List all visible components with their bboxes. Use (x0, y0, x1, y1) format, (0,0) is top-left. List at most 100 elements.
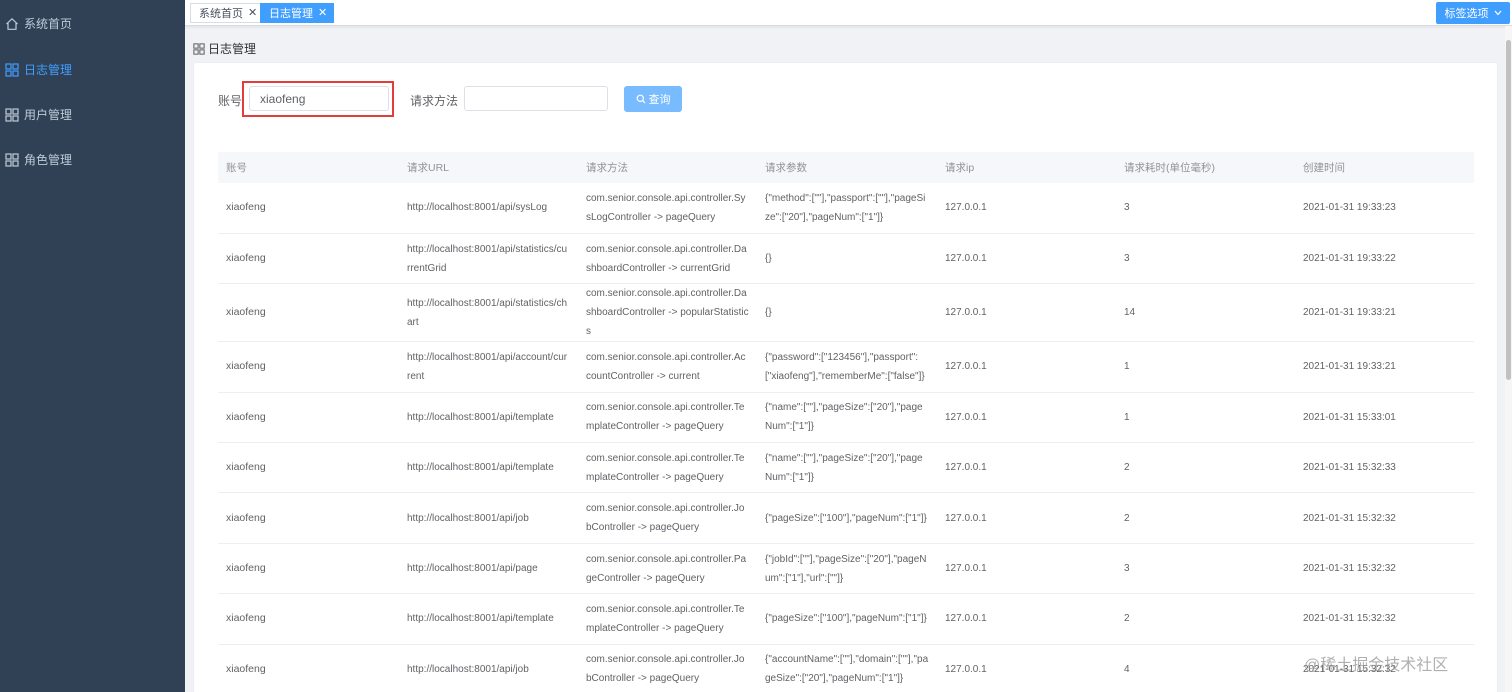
table-row[interactable]: xiaofeng http://localhost:8001/api/page co… (218, 543, 1474, 595)
table-cell: 1 (1116, 341, 1295, 393)
search-button-label: 查询 (648, 94, 671, 106)
table-cell: 2 (1116, 593, 1295, 645)
table-cell: {"jobId":[""],"pageSize":["20"],"pageNum… (757, 543, 937, 595)
column-header-method: 请求方法 (578, 152, 757, 183)
tab-label: 系统首页 (199, 8, 243, 20)
table-cell: xiaofeng (218, 392, 399, 444)
table-cell: http://localhost:8001/api/page (399, 543, 578, 595)
table-cell: {"accountName":[""],"domain":[""],"pageS… (757, 644, 937, 692)
table-cell: 127.0.0.1 (937, 341, 1116, 393)
table-cell: com.senior.console.api.controller.Templa… (578, 442, 757, 494)
tags-option-button[interactable]: 标签选项 (1436, 2, 1510, 24)
table-cell: 127.0.0.1 (937, 492, 1116, 544)
table-cell: 2021-01-31 19:33:23 (1295, 183, 1474, 234)
table-row[interactable]: xiaofeng http://localhost:8001/api/job com… (218, 644, 1474, 692)
table-cell: com.senior.console.api.controller.JobCon… (578, 644, 757, 692)
grid-icon (5, 152, 19, 167)
table-cell: 1 (1116, 392, 1295, 444)
table-cell: {"pageSize":["100"],"pageNum":["1"]} (757, 593, 937, 645)
table-cell: com.senior.console.api.controller.JobCon… (578, 492, 757, 544)
table-cell: http://localhost:8001/api/template (399, 442, 578, 494)
column-header-account: 账号 (218, 152, 399, 183)
table-cell: xiaofeng (218, 283, 399, 343)
scrollbar-thumb[interactable] (1506, 40, 1511, 380)
table-cell: 127.0.0.1 (937, 593, 1116, 645)
column-header-ip: 请求ip (937, 152, 1116, 183)
tags-view-bar: 系统首页 ✕ 日志管理 ✕ 标签选项 (185, 0, 1512, 26)
table-cell: 127.0.0.1 (937, 644, 1116, 692)
search-button[interactable]: 查询 (624, 86, 682, 112)
column-header-created-time: 创建时间 (1295, 152, 1474, 183)
table-cell: 2021-01-31 15:32:32 (1295, 593, 1474, 645)
table-cell: 127.0.0.1 (937, 392, 1116, 444)
table-cell: 14 (1116, 283, 1295, 343)
search-icon (636, 94, 645, 104)
table-cell: 127.0.0.1 (937, 283, 1116, 343)
column-header-params: 请求参数 (757, 152, 937, 183)
grid-icon (5, 62, 19, 77)
sidebar-item-user-management[interactable]: 用户管理 (0, 92, 185, 137)
watermark: @稀土掘金技术社区 (1304, 657, 1449, 674)
table-cell: 127.0.0.1 (937, 543, 1116, 595)
table-cell: xiaofeng (218, 183, 399, 234)
table-row[interactable]: xiaofeng http://localhost:8001/api/job com… (218, 492, 1474, 544)
table-row[interactable]: xiaofeng http://localhost:8001/api/templa… (218, 442, 1474, 494)
table-cell: 127.0.0.1 (937, 442, 1116, 494)
tab-log-management[interactable]: 日志管理 ✕ (260, 3, 335, 23)
table-cell: {"name":[""],"pageSize":["20"],"pageNum"… (757, 442, 937, 494)
request-method-input[interactable] (464, 86, 608, 111)
account-input[interactable] (249, 86, 389, 111)
table-cell: xiaofeng (218, 593, 399, 645)
table-cell: xiaofeng (218, 341, 399, 393)
table-cell: 3 (1116, 233, 1295, 285)
sidebar-item-label: 日志管理 (24, 63, 73, 77)
table-cell: 3 (1116, 543, 1295, 595)
tab-home[interactable]: 系统首页 ✕ (190, 3, 265, 23)
table-cell: 2 (1116, 492, 1295, 544)
sidebar-item-log-management[interactable]: 日志管理 (0, 47, 185, 92)
table-cell: 2021-01-31 15:33:01 (1295, 392, 1474, 444)
table-cell: 2 (1116, 442, 1295, 494)
table-row[interactable]: xiaofeng http://localhost:8001/api/sysLog… (218, 183, 1474, 234)
table-row[interactable]: xiaofeng http://localhost:8001/api/accoun… (218, 341, 1474, 393)
table-cell: com.senior.console.api.controller.Templa… (578, 593, 757, 645)
table-cell: {"method":[""],"passport":[""],"pageSize… (757, 183, 937, 234)
grid-icon (193, 42, 205, 55)
table-cell: xiaofeng (218, 233, 399, 285)
account-label: 账号 (218, 94, 243, 108)
table-cell: com.senior.console.api.controller.SysLog… (578, 183, 757, 234)
table-cell: xiaofeng (218, 442, 399, 494)
chevron-down-icon (1494, 10, 1501, 16)
table-row[interactable]: xiaofeng http://localhost:8001/api/statis… (218, 233, 1474, 285)
table-cell: {} (757, 283, 937, 343)
table-cell: xiaofeng (218, 492, 399, 544)
table-row[interactable]: xiaofeng http://localhost:8001/api/templa… (218, 593, 1474, 645)
sidebar-item-label: 角色管理 (24, 153, 73, 167)
table-cell: http://localhost:8001/api/template (399, 593, 578, 645)
table-cell: com.senior.console.api.controller.Dashbo… (578, 283, 757, 343)
table-cell: 3 (1116, 183, 1295, 234)
table-cell: http://localhost:8001/api/statistics/cha… (399, 283, 578, 343)
table-cell: com.senior.console.api.controller.Dashbo… (578, 233, 757, 285)
breadcrumb: 日志管理 (193, 40, 256, 57)
request-method-label: 请求方法 (410, 94, 459, 108)
table-cell: http://localhost:8001/api/job (399, 644, 578, 692)
column-header-url: 请求URL (399, 152, 578, 183)
table-cell: {"password":["123456"],"passport":["xiao… (757, 341, 937, 393)
sidebar-item-label: 用户管理 (24, 108, 73, 122)
table-row[interactable]: xiaofeng http://localhost:8001/api/templa… (218, 392, 1474, 444)
table-cell: xiaofeng (218, 644, 399, 692)
table-cell: http://localhost:8001/api/template (399, 392, 578, 444)
sidebar-item-home[interactable]: 系统首页 (0, 0, 185, 47)
table-cell: 2021-01-31 19:33:21 (1295, 341, 1474, 393)
table-cell: com.senior.console.api.controller.PageCo… (578, 543, 757, 595)
table-cell: http://localhost:8001/api/statistics/cur… (399, 233, 578, 285)
close-icon[interactable]: ✕ (248, 7, 257, 19)
sidebar-item-role-management[interactable]: 角色管理 (0, 137, 185, 182)
table-cell: 2021-01-31 15:32:33 (1295, 442, 1474, 494)
table-cell: xiaofeng (218, 543, 399, 595)
table-row[interactable]: xiaofeng http://localhost:8001/api/statis… (218, 283, 1474, 343)
close-icon[interactable]: ✕ (318, 7, 327, 19)
tags-option-label: 标签选项 (1444, 8, 1489, 20)
table-cell: 2021-01-31 19:33:22 (1295, 233, 1474, 285)
